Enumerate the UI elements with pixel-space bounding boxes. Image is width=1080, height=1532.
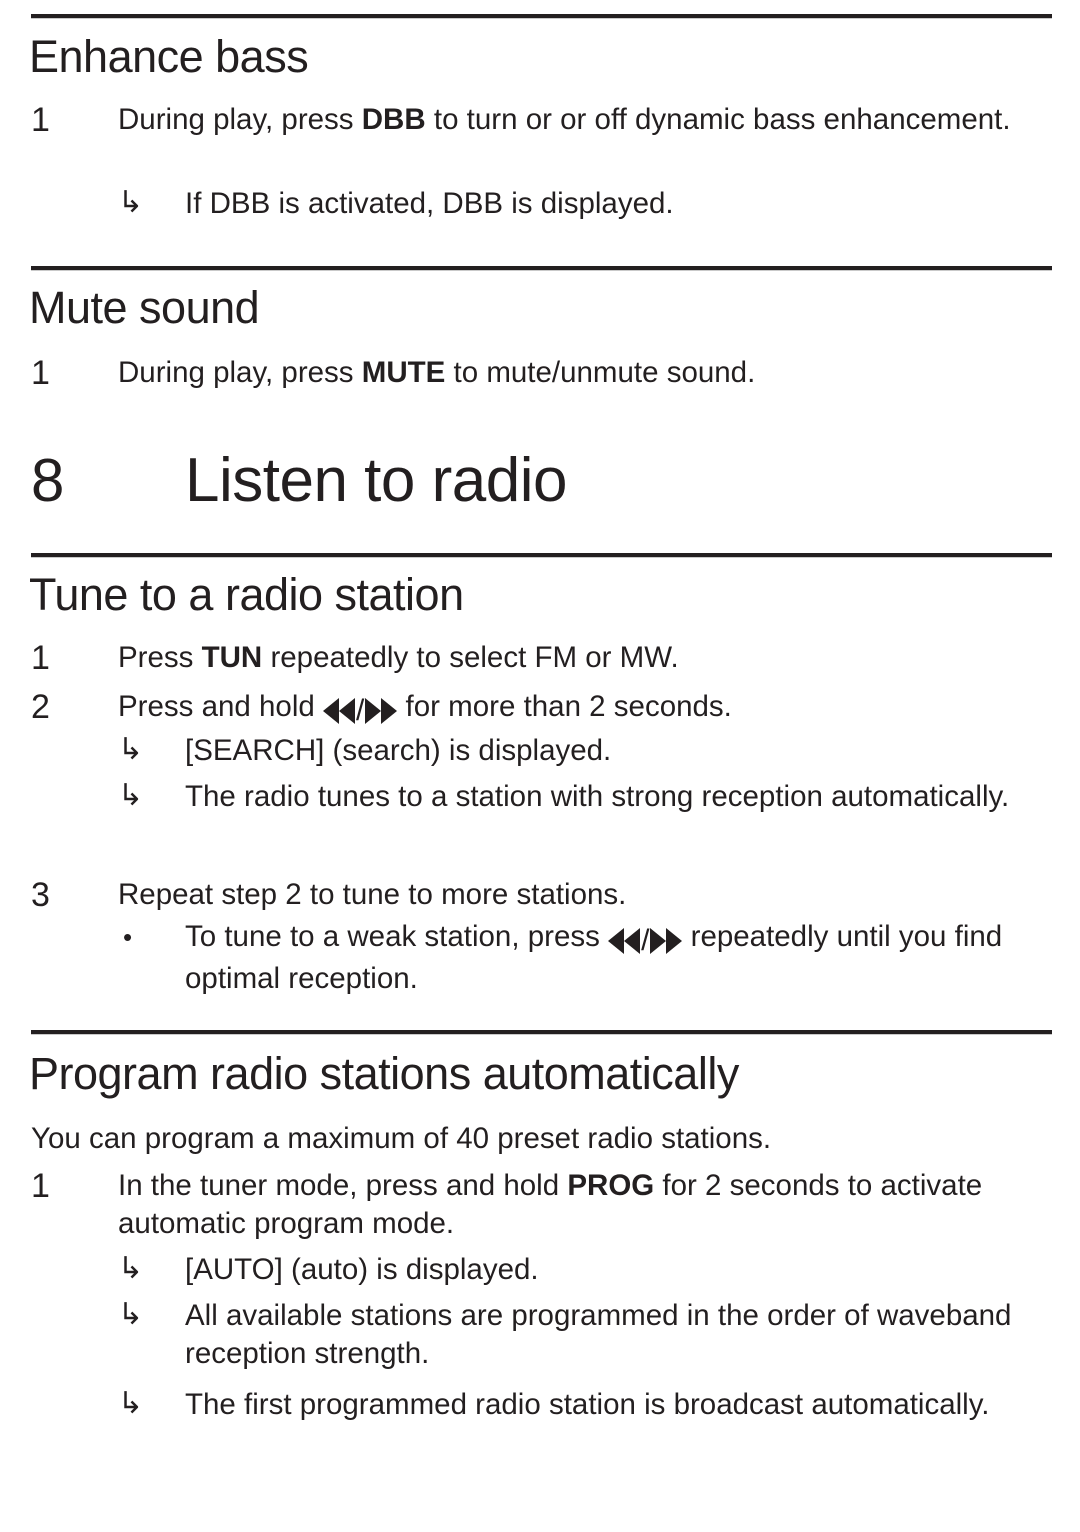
heading-enhance-bass: Enhance bass bbox=[29, 31, 309, 82]
result-tune-radio-2: ↳ The radio tunes to a station with stro… bbox=[31, 778, 1058, 816]
step-mute-sound-1: 1 During play, press MUTE to mute/unmute… bbox=[31, 354, 1052, 392]
step-tune-radio-1: 1 Press TUN repeatedly to select FM or M… bbox=[31, 639, 1052, 677]
section-divider-program-radio bbox=[31, 1030, 1052, 1035]
tip-text-part1: To tune to a weak station, press bbox=[185, 920, 609, 953]
result-text: If DBB is activated, DBB is displayed. bbox=[185, 187, 674, 220]
section-divider-mute-sound bbox=[31, 266, 1052, 271]
step-text: During play, press DBB to turn or or off… bbox=[118, 101, 1052, 139]
result-arrow-icon: ↳ bbox=[118, 1387, 144, 1420]
key-label-tun: TUN bbox=[201, 641, 263, 674]
step-text-part1: Press and hold bbox=[118, 690, 323, 723]
step-text-part2: for more than 2 seconds. bbox=[397, 690, 732, 723]
rewind-forward-icon: / bbox=[608, 920, 683, 960]
result-text: [SEARCH] (search) is displayed. bbox=[185, 734, 612, 767]
step-tune-radio-2: 2 Press and hold / for more than 2 secon… bbox=[31, 688, 1052, 730]
step-text: Press and hold / for more than 2 seconds… bbox=[118, 688, 1052, 730]
step-number: 1 bbox=[31, 639, 50, 677]
heading-tune-radio: Tune to a radio station bbox=[29, 569, 464, 620]
result-enhance-bass-1: ↳ If DBB is activated, DBB is displayed. bbox=[31, 185, 1058, 223]
result-arrow-icon: ↳ bbox=[118, 186, 144, 219]
result-tune-radio-1: ↳ [SEARCH] (search) is displayed. bbox=[31, 732, 1058, 770]
manual-page: Enhance bass 1 During play, press DBB to… bbox=[0, 0, 1080, 1532]
heading-program-radio: Program radio stations automatically bbox=[29, 1048, 739, 1099]
chapter-title: Listen to radio bbox=[185, 446, 567, 515]
chapter-heading: 8 Listen to radio bbox=[31, 450, 1052, 512]
step-tune-radio-3: 3 Repeat step 2 to tune to more stations… bbox=[31, 876, 1052, 914]
result-arrow-icon: ↳ bbox=[118, 1298, 144, 1331]
result-arrow-icon: ↳ bbox=[118, 733, 144, 766]
result-text: [AUTO] (auto) is displayed. bbox=[185, 1253, 539, 1286]
step-text-part1: During play, press bbox=[118, 103, 362, 136]
result-text: The radio tunes to a station with strong… bbox=[185, 780, 1010, 813]
step-text: In the tuner mode, press and hold PROG f… bbox=[118, 1167, 1052, 1243]
step-text-part2: repeatedly to select FM or MW. bbox=[262, 641, 679, 674]
step-text: Repeat step 2 to tune to more stations. bbox=[118, 878, 627, 911]
step-text-part2: to mute/unmute sound. bbox=[445, 356, 756, 389]
step-text: During play, press MUTE to mute/unmute s… bbox=[118, 354, 1052, 392]
result-text: All available stations are programmed in… bbox=[185, 1299, 1012, 1370]
step-number: 1 bbox=[31, 354, 50, 392]
tip-text: To tune to a weak station, press / repea… bbox=[185, 918, 1058, 998]
bullet-icon: • bbox=[123, 922, 133, 952]
chapter-number: 8 bbox=[31, 447, 64, 514]
step-text-part1: Press bbox=[118, 641, 202, 674]
step-text-part2: to turn or or off dynamic bass enhanceme… bbox=[425, 103, 1011, 136]
tip-tune-weak-station: • To tune to a weak station, press / rep… bbox=[31, 918, 1058, 998]
result-arrow-icon: ↳ bbox=[118, 779, 144, 812]
step-program-radio-1: 1 In the tuner mode, press and hold PROG… bbox=[31, 1167, 1052, 1243]
step-enhance-bass-1: 1 During play, press DBB to turn or or o… bbox=[31, 101, 1052, 139]
program-radio-intro: You can program a maximum of 40 preset r… bbox=[31, 1122, 772, 1155]
result-program-radio-1: ↳ [AUTO] (auto) is displayed. bbox=[31, 1251, 1058, 1289]
step-number: 3 bbox=[31, 876, 50, 914]
step-number: 1 bbox=[31, 101, 50, 139]
key-label-dbb: DBB bbox=[361, 103, 426, 136]
section-divider-tune-radio bbox=[31, 553, 1052, 558]
result-text: The first programmed radio station is br… bbox=[185, 1388, 990, 1421]
step-text-part1: In the tuner mode, press and hold bbox=[118, 1169, 568, 1202]
key-label-prog: PROG bbox=[567, 1169, 655, 1202]
step-text: Press TUN repeatedly to select FM or MW. bbox=[118, 639, 1052, 677]
result-program-radio-2: ↳ All available stations are programmed … bbox=[31, 1297, 1058, 1373]
result-arrow-icon: ↳ bbox=[118, 1252, 144, 1285]
step-number: 1 bbox=[31, 1167, 50, 1205]
step-text-part1: During play, press bbox=[118, 356, 362, 389]
rewind-forward-icon: / bbox=[323, 690, 398, 730]
result-program-radio-3: ↳ The first programmed radio station is … bbox=[31, 1386, 1058, 1424]
heading-mute-sound: Mute sound bbox=[29, 282, 260, 333]
section-divider-enhance-bass bbox=[31, 14, 1052, 19]
key-label-mute: MUTE bbox=[361, 356, 446, 389]
step-number: 2 bbox=[31, 688, 50, 726]
